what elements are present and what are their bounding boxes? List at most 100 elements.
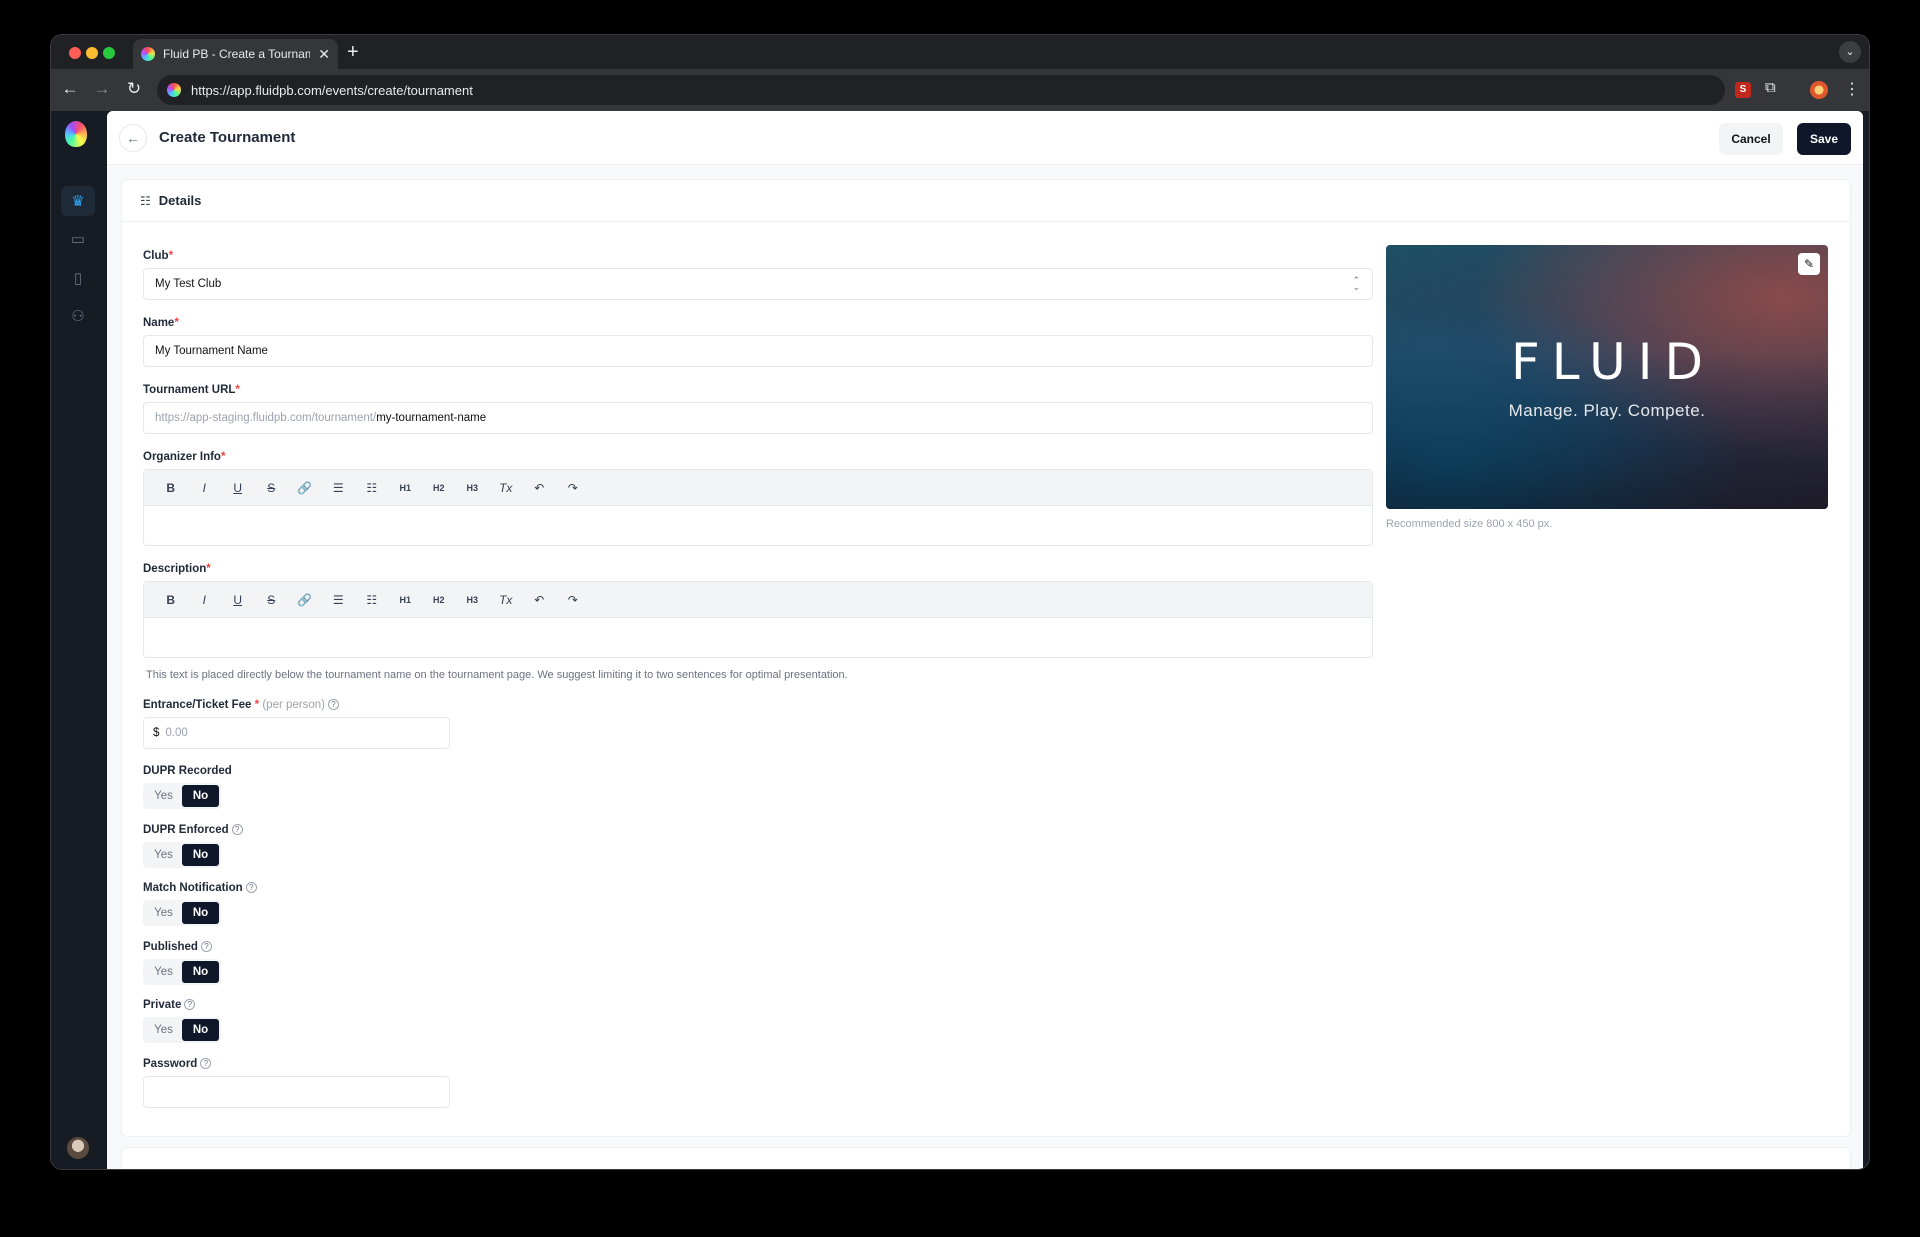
ordered-list-icon[interactable]: ☷ (355, 593, 389, 607)
banner-tagline: Manage. Play. Compete. (1508, 401, 1706, 420)
back-button[interactable]: ← (59, 79, 81, 99)
description-editor-toolbar: B I U S 🔗 ☰ ☷ H1 H2 H3 Tx ↶ ↷ (144, 582, 1372, 618)
club-select[interactable]: My Test Club ⌃ ⌄ (143, 268, 1373, 300)
url-text[interactable]: https://app.fluidpb.com/events/create/to… (191, 83, 473, 98)
strikethrough-icon[interactable]: S (255, 481, 289, 495)
organizer-editor[interactable]: B I U S 🔗 ☰ ☷ H1 H2 H3 Tx ↶ ↷ (143, 469, 1373, 546)
users-icon[interactable]: ⚇ (61, 301, 95, 331)
heading2-icon[interactable]: H2 (422, 595, 456, 605)
clear-format-icon[interactable]: Tx (489, 593, 523, 607)
help-icon: ? (184, 999, 196, 1010)
yes-option[interactable]: Yes (145, 785, 182, 807)
dupr-recorded-label: DUPR Recorded (143, 765, 232, 777)
dupr-recorded-toggle[interactable]: Yes No (143, 783, 221, 809)
private-toggle[interactable]: Yes No (143, 1017, 221, 1043)
yes-option[interactable]: Yes (145, 844, 182, 866)
new-tab-button[interactable]: + (347, 41, 359, 64)
no-option[interactable]: No (182, 785, 219, 807)
heading1-icon[interactable]: H1 (389, 595, 423, 605)
fee-input[interactable]: $0.00 (143, 717, 450, 749)
password-input[interactable] (143, 1076, 450, 1108)
no-option[interactable]: No (182, 961, 219, 983)
tab-bar: Fluid PB - Create a Tourname ✕ + ⌄ (51, 35, 1869, 69)
profile-avatar[interactable] (1810, 81, 1828, 99)
help-icon: ? (245, 882, 257, 893)
clear-format-icon[interactable]: Tx (489, 481, 523, 495)
published-toggle[interactable]: Yes No (143, 959, 221, 985)
no-option[interactable]: No (182, 902, 219, 924)
bold-icon[interactable]: B (154, 593, 188, 607)
save-button[interactable]: Save (1797, 123, 1851, 155)
redo-icon[interactable]: ↷ (556, 593, 590, 607)
fee-suffix: (per person) (262, 699, 325, 711)
club-value: My Test Club (155, 278, 222, 290)
trophy-icon[interactable]: ♛ (61, 186, 95, 216)
browser-tab[interactable]: Fluid PB - Create a Tourname ✕ (133, 39, 338, 69)
heading3-icon[interactable]: H3 (456, 595, 490, 605)
browser-window: Fluid PB - Create a Tourname ✕ + ⌄ ← → ↻… (50, 34, 1870, 1170)
browser-menu-icon[interactable]: ⋮ (1844, 79, 1860, 99)
minimize-window-button[interactable] (86, 47, 98, 59)
description-hint: This text is placed directly below the t… (146, 669, 848, 681)
heading2-icon[interactable]: H2 (422, 483, 456, 493)
bold-icon[interactable]: B (154, 481, 188, 495)
heading3-icon[interactable]: H3 (456, 483, 490, 493)
match-notification-toggle[interactable]: Yes No (143, 900, 221, 926)
dupr-enforced-toggle[interactable]: Yes No (143, 842, 221, 868)
italic-icon[interactable]: I (188, 481, 222, 495)
bullet-list-icon[interactable]: ☰ (322, 481, 356, 495)
site-info-icon[interactable] (167, 83, 181, 97)
ordered-list-icon[interactable]: ☷ (355, 481, 389, 495)
bullet-list-icon[interactable]: ☰ (322, 593, 356, 607)
yes-option[interactable]: Yes (145, 1019, 182, 1041)
currency-symbol: $ (153, 727, 160, 739)
maximize-window-button[interactable] (103, 47, 115, 59)
no-option[interactable]: No (182, 1019, 219, 1041)
yes-option[interactable]: Yes (145, 961, 182, 983)
underline-icon[interactable]: U (221, 481, 255, 495)
tab-title: Fluid PB - Create a Tourname (163, 47, 311, 61)
dupr-enforced-label: DUPR Enforced? (143, 824, 243, 836)
extensions-puzzle-icon[interactable]: ⧉ (1765, 79, 1776, 96)
description-editor[interactable]: B I U S 🔗 ☰ ☷ H1 H2 H3 Tx ↶ ↷ (143, 581, 1373, 658)
url-slug: my-tournament-name (376, 412, 487, 424)
tab-search-button[interactable]: ⌄ (1839, 41, 1861, 63)
extension-icon[interactable]: S (1735, 82, 1751, 98)
cancel-button[interactable]: Cancel (1719, 123, 1783, 155)
undo-icon[interactable]: ↶ (523, 593, 557, 607)
redo-icon[interactable]: ↷ (556, 481, 590, 495)
italic-icon[interactable]: I (188, 593, 222, 607)
tournament-url-input[interactable]: https://app-staging.fluidpb.com/tourname… (143, 402, 1373, 434)
help-icon: ? (200, 941, 212, 952)
undo-icon[interactable]: ↶ (523, 481, 557, 495)
edit-image-icon[interactable]: ✎ (1798, 253, 1820, 275)
next-section-card (121, 1147, 1851, 1169)
heading1-icon[interactable]: H1 (389, 483, 423, 493)
organizer-label: Organizer Info* (143, 451, 226, 463)
help-icon: ? (327, 699, 339, 710)
fee-label: Entrance/Ticket Fee * (per person)? (143, 699, 339, 711)
name-label: Name* (143, 317, 179, 329)
user-avatar[interactable] (67, 1137, 89, 1159)
name-input[interactable]: My Tournament Name (143, 335, 1373, 367)
name-value: My Tournament Name (155, 345, 268, 357)
address-bar[interactable]: https://app.fluidpb.com/events/create/to… (157, 75, 1725, 105)
tab-close-icon[interactable]: ✕ (318, 46, 330, 63)
link-icon[interactable]: 🔗 (288, 481, 322, 495)
link-icon[interactable]: 🔗 (288, 593, 322, 607)
reload-button[interactable]: ↻ (123, 79, 145, 99)
details-title: Details (158, 193, 202, 208)
yes-option[interactable]: Yes (145, 902, 182, 924)
close-window-button[interactable] (69, 47, 81, 59)
calendar-icon[interactable]: ▭ (61, 224, 95, 254)
banner-logo-text: FLUID (1511, 333, 1715, 391)
book-icon[interactable]: ▯ (61, 263, 95, 293)
match-notification-label: Match Notification? (143, 882, 257, 894)
fluid-logo[interactable] (65, 121, 87, 147)
back-arrow-icon[interactable]: ← (119, 124, 147, 152)
forward-button[interactable]: → (91, 79, 113, 99)
underline-icon[interactable]: U (221, 593, 255, 607)
strikethrough-icon[interactable]: S (255, 593, 289, 607)
favicon-icon (141, 47, 155, 61)
no-option[interactable]: No (182, 844, 219, 866)
